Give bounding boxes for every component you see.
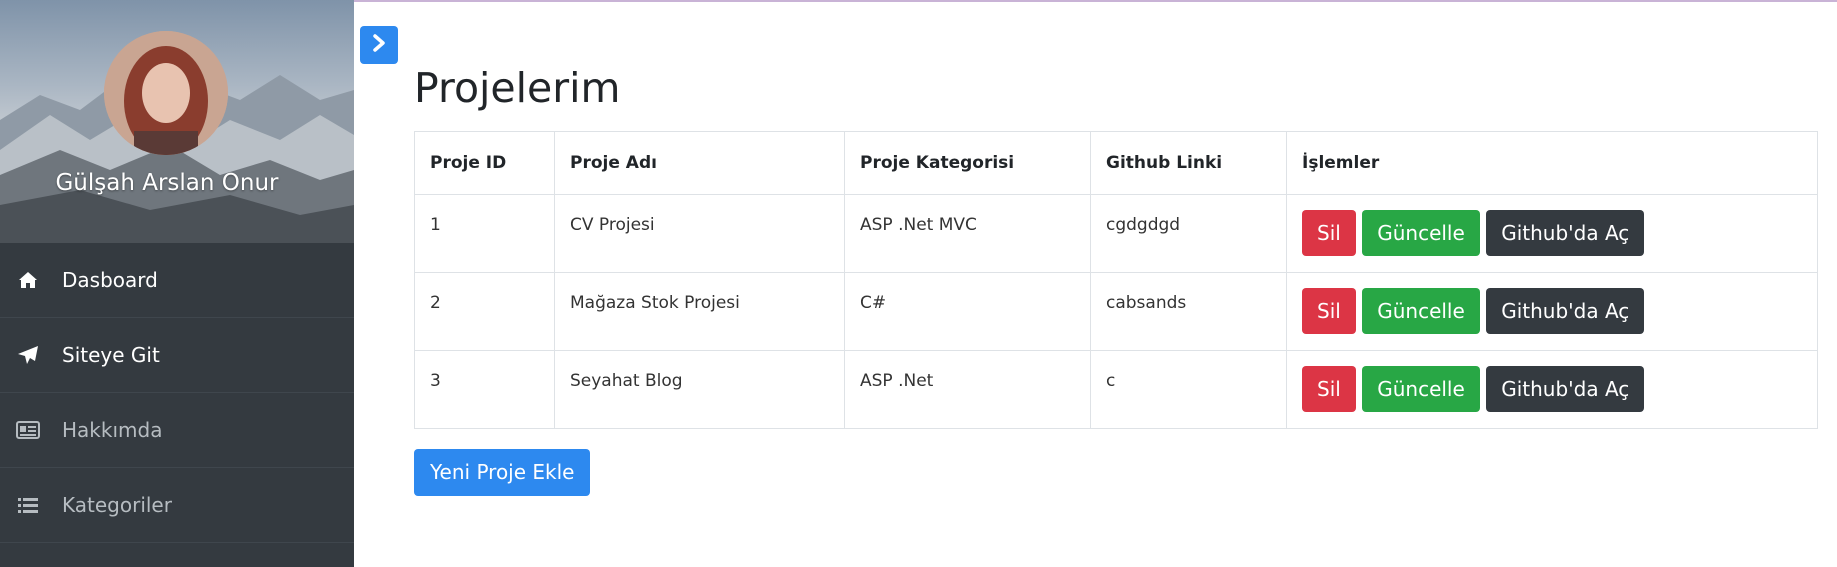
id-card-icon — [16, 418, 40, 442]
open-github-button[interactable]: Github'da Aç — [1486, 288, 1645, 334]
sidebar-item-hakkimda[interactable]: Hakkımda — [0, 393, 354, 468]
sidebar-item-label: Kategoriler — [62, 493, 172, 517]
cell-project-category: ASP .Net — [844, 350, 1091, 429]
chevron-right-icon — [372, 34, 386, 56]
update-button[interactable]: Güncelle — [1362, 210, 1480, 256]
sidebar: Gülşah Arslan Onur Dasboard Siteye Git H… — [0, 0, 354, 567]
sidebar-item-label: Hakkımda — [62, 418, 163, 442]
cell-github-link: cabsands — [1090, 272, 1287, 351]
paper-plane-icon — [16, 343, 40, 367]
cell-github-link: cgdgdgd — [1090, 194, 1287, 273]
column-header: Proje ID — [414, 131, 555, 195]
page-title: Projelerim — [414, 64, 621, 112]
sidebar-toggle-button[interactable] — [360, 26, 398, 64]
cell-project-category: ASP .Net MVC — [844, 194, 1091, 273]
cell-project-name: CV Projesi — [554, 194, 845, 273]
home-icon — [16, 268, 40, 292]
delete-button[interactable]: Sil — [1302, 288, 1356, 334]
table-row: 3 Seyahat Blog ASP .Net c Sil Güncelle G… — [414, 350, 1818, 429]
cell-project-id: 3 — [414, 350, 555, 429]
update-button[interactable]: Güncelle — [1362, 366, 1480, 412]
projects-table: Proje ID Proje Adı Proje Kategorisi Gith… — [414, 131, 1818, 429]
cell-actions: Sil Güncelle Github'da Aç — [1286, 350, 1818, 429]
cell-project-name: Mağaza Stok Projesi — [554, 272, 845, 351]
table-row: 2 Mağaza Stok Projesi C# cabsands Sil Gü… — [414, 272, 1818, 351]
cell-project-name: Seyahat Blog — [554, 350, 845, 429]
delete-button[interactable]: Sil — [1302, 366, 1356, 412]
list-icon — [16, 493, 40, 517]
cell-project-id: 1 — [414, 194, 555, 273]
column-header: Proje Adı — [554, 131, 845, 195]
sidebar-item-label: Siteye Git — [62, 343, 160, 367]
table-header-row: Proje ID Proje Adı Proje Kategorisi Gith… — [414, 131, 1818, 195]
column-header: Proje Kategorisi — [844, 131, 1091, 195]
open-github-button[interactable]: Github'da Aç — [1486, 366, 1645, 412]
sidebar-item-kategoriler[interactable]: Kategoriler — [0, 468, 354, 543]
cell-project-id: 2 — [414, 272, 555, 351]
open-github-button[interactable]: Github'da Aç — [1486, 210, 1645, 256]
cell-project-category: C# — [844, 272, 1091, 351]
add-project-button[interactable]: Yeni Proje Ekle — [414, 449, 591, 496]
profile-header: Gülşah Arslan Onur — [0, 0, 354, 243]
table-row: 1 CV Projesi ASP .Net MVC cgdgdgd Sil Gü… — [414, 194, 1818, 273]
avatar — [104, 31, 228, 155]
delete-button[interactable]: Sil — [1302, 210, 1356, 256]
column-header: İşlemler — [1286, 131, 1818, 195]
profile-name: Gülşah Arslan Onur — [55, 170, 279, 196]
cell-actions: Sil Güncelle Github'da Aç — [1286, 194, 1818, 273]
cell-github-link: c — [1090, 350, 1287, 429]
cell-actions: Sil Güncelle Github'da Aç — [1286, 272, 1818, 351]
sidebar-item-dashboard[interactable]: Dasboard — [0, 243, 354, 318]
update-button[interactable]: Güncelle — [1362, 288, 1480, 334]
sidebar-item-label: Dasboard — [62, 268, 158, 292]
sidebar-item-siteye-git[interactable]: Siteye Git — [0, 318, 354, 393]
column-header: Github Linki — [1090, 131, 1287, 195]
